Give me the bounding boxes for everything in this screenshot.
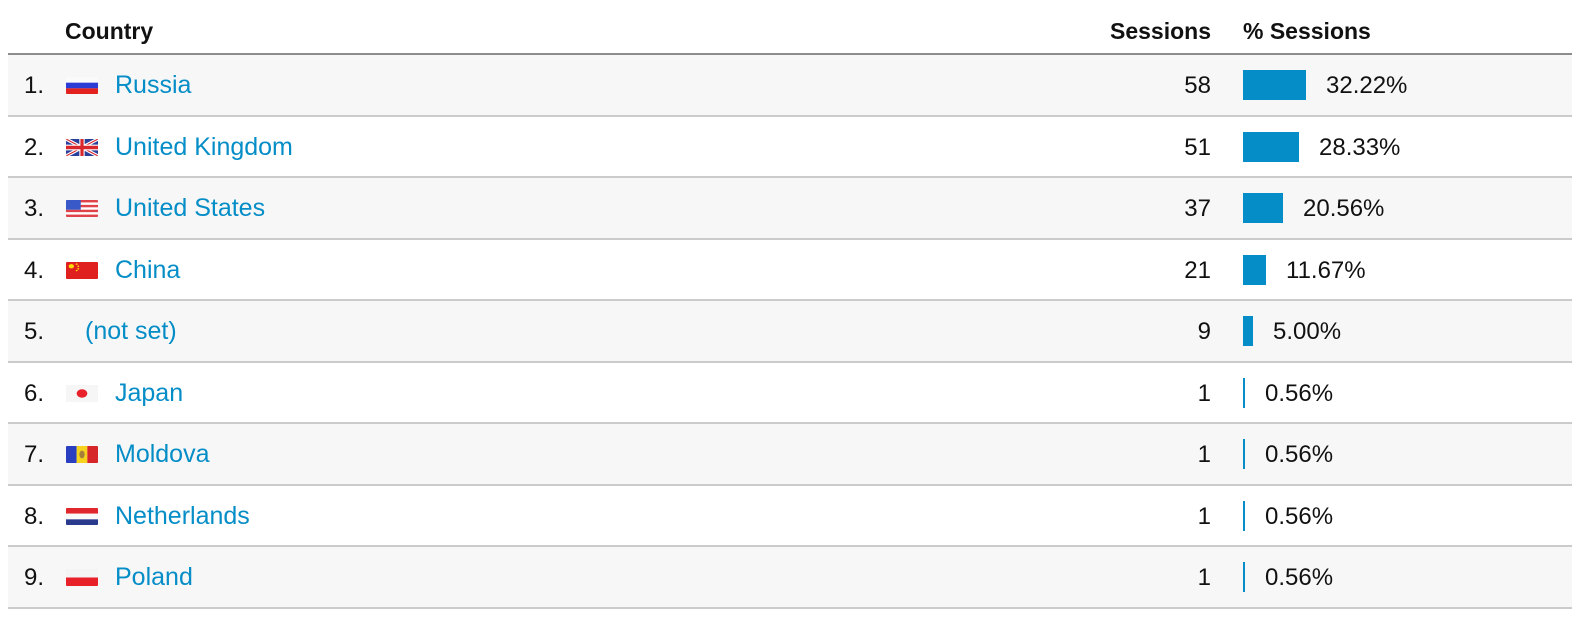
- column-header-pct-sessions[interactable]: % Sessions: [1243, 18, 1371, 45]
- country-sessions-table: Country Sessions % Sessions 1. Russia 58 32…: [8, 0, 1572, 609]
- country-link[interactable]: Poland: [115, 563, 193, 592]
- sessions-value: 1: [1197, 502, 1211, 530]
- pct-sessions-value: 0.56%: [1265, 502, 1334, 530]
- table-body: 1. Russia 58 32.22% 2. United Kingdom 51 28.33%…: [8, 55, 1572, 609]
- row-rank: 2.: [24, 133, 45, 161]
- sessions-value: 1: [1197, 379, 1211, 407]
- pct-sessions-bar: [1243, 193, 1283, 223]
- pct-sessions-bar: [1243, 254, 1266, 285]
- pct-sessions-bar: [1243, 316, 1253, 346]
- moldova-flag-icon: [66, 446, 98, 463]
- column-header-country[interactable]: Country: [65, 18, 153, 45]
- sessions-value: 21: [1184, 256, 1211, 284]
- row-rank: 9.: [24, 564, 45, 591]
- row-rank: 3.: [24, 195, 45, 222]
- sessions-value: 37: [1184, 195, 1211, 222]
- pct-sessions-bar: [1243, 439, 1245, 469]
- sessions-value: 51: [1184, 133, 1211, 161]
- table-row: 2. United Kingdom 51 28.33%: [8, 117, 1572, 178]
- pct-sessions-bar: [1243, 562, 1245, 592]
- pct-sessions-value: 0.56%: [1265, 564, 1334, 591]
- table-row: 7. Moldova 1 0.56%: [8, 424, 1572, 486]
- pct-sessions-value: 32.22%: [1326, 72, 1408, 99]
- pct-sessions-value: 20.56%: [1303, 195, 1385, 222]
- table-row: 3. United States 37 20.56%: [8, 178, 1572, 240]
- uk-flag-icon: [66, 138, 98, 156]
- column-header-sessions[interactable]: Sessions: [1110, 18, 1211, 45]
- pct-sessions-bar: [1243, 131, 1299, 162]
- table-row: 8. Netherlands 1 0.56%: [8, 486, 1572, 547]
- table-row: 1. Russia 58 32.22%: [8, 55, 1572, 117]
- sessions-value: 58: [1184, 72, 1211, 99]
- japan-flag-icon: [66, 384, 98, 402]
- table-row: 5. (not set) 9 5.00%: [8, 301, 1572, 363]
- pct-sessions-value: 11.67%: [1286, 256, 1366, 284]
- pct-sessions-value: 0.56%: [1265, 441, 1334, 468]
- country-link[interactable]: Japan: [115, 379, 183, 408]
- row-rank: 7.: [24, 441, 45, 468]
- row-rank: 4.: [24, 256, 45, 284]
- country-link[interactable]: China: [115, 256, 180, 285]
- china-flag-icon: [66, 261, 98, 279]
- table-row: 9. Poland 1 0.56%: [8, 547, 1572, 609]
- country-link[interactable]: United States: [115, 194, 265, 223]
- sessions-value: 1: [1197, 441, 1211, 468]
- pct-sessions-value: 28.33%: [1319, 133, 1401, 161]
- table-header: Country Sessions % Sessions: [8, 0, 1572, 55]
- poland-flag-icon: [66, 569, 98, 586]
- pct-sessions-value: 5.00%: [1273, 318, 1342, 345]
- us-flag-icon: [66, 200, 98, 217]
- row-rank: 5.: [24, 318, 45, 345]
- table-row: 6. Japan 1 0.56%: [8, 363, 1572, 424]
- row-rank: 8.: [24, 502, 45, 530]
- pct-sessions-bar: [1243, 70, 1306, 100]
- sessions-value: 9: [1197, 318, 1211, 345]
- pct-sessions-bar: [1243, 377, 1245, 408]
- country-link[interactable]: United Kingdom: [115, 133, 293, 162]
- russia-flag-icon: [66, 77, 98, 94]
- sessions-value: 1: [1197, 564, 1211, 591]
- netherlands-flag-icon: [66, 507, 98, 525]
- country-link[interactable]: Russia: [115, 71, 191, 100]
- country-link[interactable]: Moldova: [115, 440, 210, 469]
- country-link[interactable]: Netherlands: [115, 502, 250, 531]
- row-rank: 6.: [24, 379, 45, 407]
- pct-sessions-bar: [1243, 500, 1245, 531]
- table-row: 4. China 21 11.67%: [8, 240, 1572, 301]
- row-rank: 1.: [24, 72, 45, 99]
- pct-sessions-value: 0.56%: [1265, 379, 1334, 407]
- country-link[interactable]: (not set): [85, 317, 177, 346]
